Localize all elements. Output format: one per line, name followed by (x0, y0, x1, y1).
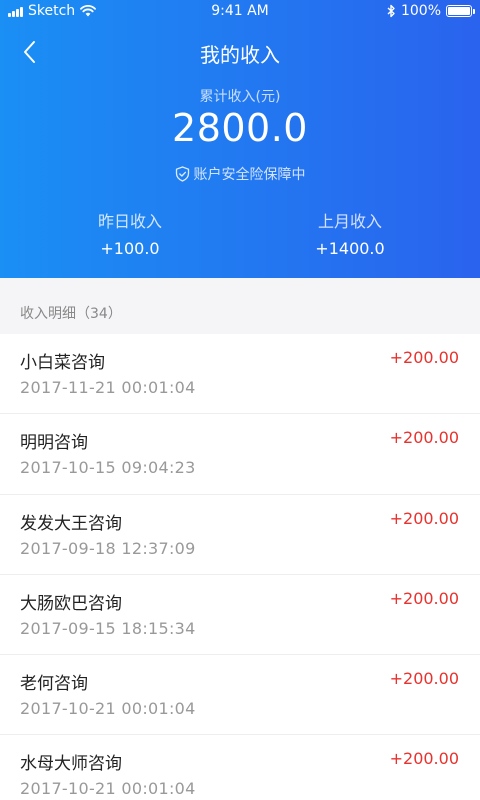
item-name: 大肠欧巴咨询 (20, 593, 122, 614)
page-title: 我的收入 (200, 43, 280, 67)
total-income-label: 累计收入(元) (199, 89, 281, 105)
account-safety-notice: 账户安全险保障中 (0, 164, 480, 184)
item-name: 老何咨询 (20, 674, 88, 695)
item-date: 2017-10-21 00:01:04 (20, 699, 196, 719)
bluetooth-icon (387, 4, 395, 18)
last-month-income-value: +1400.0 (315, 239, 385, 258)
item-date: 2017-11-21 00:01:04 (20, 378, 196, 397)
yesterday-income-label: 昨日收入 (97, 212, 162, 231)
last-month-income: 上月收入 +1400.0 (250, 208, 450, 258)
item-amount: +200.00 (389, 508, 459, 528)
total-income-value: 2800.0 (172, 106, 308, 150)
item-name: 水母大师咨询 (20, 754, 122, 775)
item-amount: +200.00 (389, 669, 459, 689)
last-month-income-label: 上月收入 (317, 212, 382, 231)
item-name: 发发大王咨询 (20, 513, 122, 534)
shield-check-icon (175, 166, 189, 182)
item-amount: +200.00 (389, 588, 459, 608)
item-date: 2017-09-15 18:15:34 (20, 618, 196, 638)
nav-bar: 我的收入 (0, 30, 480, 74)
status-bar: Sketch 9:41 AM 100% (0, 0, 480, 24)
yesterday-income: 昨日收入 +100.0 (30, 208, 230, 258)
income-details-header: 收入明细（34） (0, 278, 480, 334)
list-item[interactable]: 老何咨询 +200.00 2017-10-21 00:01:04 (0, 655, 480, 736)
list-item[interactable]: 发发大王咨询 +200.00 2017-09-18 12:37:09 (0, 495, 480, 575)
item-name: 明明咨询 (20, 433, 88, 454)
item-date: 2017-10-21 00:01:04 (20, 779, 196, 799)
list-item[interactable]: 明明咨询 +200.00 2017-10-15 09:04:23 (0, 414, 480, 495)
item-date: 2017-10-15 09:04:23 (20, 458, 196, 478)
battery-percent: 100% (400, 3, 441, 19)
income-header: Sketch 9:41 AM 100% 我的收入 累计收入(元) 2800.0 (0, 0, 480, 278)
list-item[interactable]: 大肠欧巴咨询 +200.00 2017-09-15 18:15:34 (0, 575, 480, 656)
status-right: 100% (387, 3, 475, 19)
list-item[interactable]: 水母大师咨询 +200.00 2017-10-21 00:01:04 (0, 735, 480, 800)
battery-icon (446, 5, 475, 17)
yesterday-income-value: +100.0 (100, 239, 160, 258)
item-name: 小白菜咨询 (20, 353, 105, 373)
income-list: 小白菜咨询 +200.00 2017-11-21 00:01:04 明明咨询 +… (0, 334, 480, 800)
item-amount: +200.00 (389, 348, 459, 367)
item-date: 2017-09-18 12:37:09 (20, 538, 196, 558)
list-item[interactable]: 小白菜咨询 +200.00 2017-11-21 00:01:04 (0, 334, 480, 415)
item-amount: +200.00 (389, 428, 459, 448)
income-details-title: 收入明细（34） (20, 306, 122, 322)
safety-text: 账户安全险保障中 (193, 167, 306, 183)
item-amount: +200.00 (389, 749, 459, 769)
